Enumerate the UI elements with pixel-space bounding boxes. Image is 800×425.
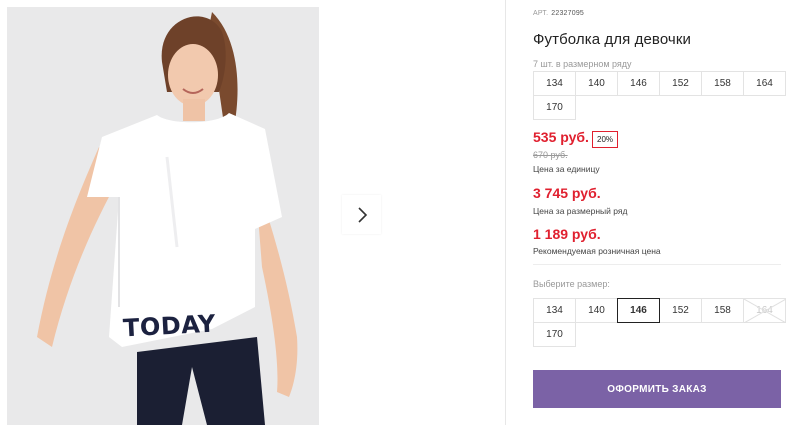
pack-size-cell: 140 [575, 71, 618, 96]
size-option-label: 158 [714, 305, 731, 316]
size-option-label: 170 [546, 329, 563, 340]
size-selector: 134 140 146 152 158 164 170 [533, 298, 786, 347]
pack-size-cell: 134 [533, 71, 576, 96]
product-image [37, 12, 298, 425]
product-title: Футболка для девочки [533, 31, 691, 48]
pack-size-cell: 164 [743, 71, 786, 96]
article-value: 22327095 [551, 10, 585, 17]
choose-size-label: Выберите размер: [533, 279, 610, 289]
unavailable-cross-icon [744, 299, 786, 323]
size-option-label: 140 [588, 305, 605, 316]
retail-price: 1 189 руб. [533, 226, 601, 242]
size-option-164: 164 [743, 298, 786, 323]
size-option-140[interactable]: 140 [575, 298, 618, 323]
discount-badge: 20% [592, 131, 619, 148]
size-option-170[interactable]: 170 [533, 322, 576, 347]
pack-size-grid: 134 140 146 152 158 164 170 [533, 71, 786, 120]
old-price: 670 руб. [533, 150, 568, 160]
pack-size-cell: 158 [701, 71, 744, 96]
retail-price-caption: Рекомендуемая розничная цена [533, 246, 661, 256]
product-photo[interactable]: TODAY [7, 7, 319, 425]
pack-size-cell: 146 [617, 71, 660, 96]
size-option-label: 134 [546, 305, 563, 316]
size-option-158[interactable]: 158 [701, 298, 744, 323]
article-label: АРТ. [533, 10, 549, 17]
chevron-right-icon [357, 206, 367, 223]
unit-price-caption: Цена за единицу [533, 164, 600, 174]
size-option-label: 146 [630, 305, 647, 316]
pack-note: 7 шт. в размерном ряду [533, 59, 632, 69]
pack-size-cell: 170 [533, 95, 576, 120]
column-divider [505, 0, 506, 425]
size-option-146[interactable]: 146 [617, 298, 660, 323]
pack-size-cell: 152 [659, 71, 702, 96]
section-divider [533, 264, 781, 265]
place-order-button[interactable]: ОФОРМИТЬ ЗАКАЗ [533, 370, 781, 408]
unit-price: 535 руб. [533, 129, 589, 145]
next-image-button[interactable] [342, 195, 381, 234]
size-option-134[interactable]: 134 [533, 298, 576, 323]
tshirt-print-text: TODAY [122, 309, 217, 343]
article-number: АРТ. 22327095 [533, 10, 584, 17]
size-option-152[interactable]: 152 [659, 298, 702, 323]
size-option-label: 152 [672, 305, 689, 316]
pack-price-caption: Цена за размерный ряд [533, 206, 628, 216]
pack-price: 3 745 руб. [533, 185, 601, 201]
